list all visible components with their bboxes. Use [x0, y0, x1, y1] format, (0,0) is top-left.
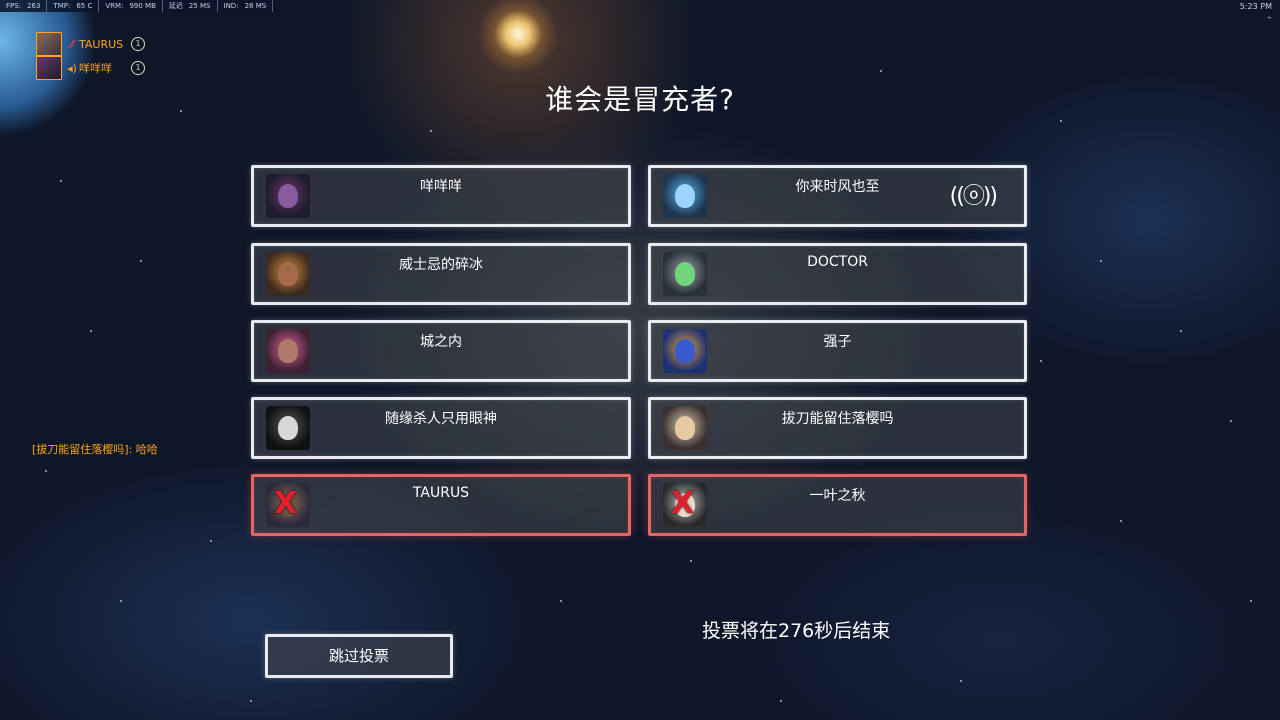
- hero-portrait: [663, 329, 707, 373]
- voice-broadcast-icon: ((ⓞ)): [949, 184, 998, 209]
- clock: 5:23 PM: [1239, 2, 1272, 11]
- party-member: ◂) 咩咩咩 1: [36, 56, 145, 80]
- vote-player-card[interactable]: 咩咩咩: [251, 165, 631, 227]
- dead-slash-icon: ⁄⁄: [70, 37, 74, 51]
- player-name: 拔刀能留住落樱吗: [781, 411, 894, 427]
- hero-face: [278, 184, 298, 208]
- vote-player-card[interactable]: 城之内: [251, 320, 631, 382]
- party-member: ⁄⁄ TAURUS 1: [36, 32, 145, 56]
- hero-face: [675, 184, 695, 208]
- ready-status-icon: 1: [131, 37, 145, 51]
- hero-face: [675, 416, 695, 440]
- hero-portrait: [266, 329, 310, 373]
- hero-portrait: [266, 252, 310, 296]
- avatar: [36, 32, 62, 56]
- ready-status-icon: 1: [131, 61, 145, 75]
- hero-portrait: [266, 174, 310, 218]
- stat-vram: VRM: 990 MB: [99, 0, 163, 12]
- player-name: 威士忌的碎冰: [399, 257, 483, 273]
- player-name: 一叶之秋: [809, 488, 866, 504]
- vote-player-card: X 一叶之秋: [648, 474, 1027, 536]
- player-name: 咩咩咩: [420, 179, 462, 195]
- stat-latency: 延迟 25 MS: [163, 0, 218, 12]
- stat-temperature: TMP: 65 C: [47, 0, 100, 12]
- hero-face: [675, 339, 695, 363]
- vote-player-card[interactable]: 强子: [648, 320, 1027, 382]
- vote-player-card[interactable]: 拔刀能留住落樱吗: [648, 397, 1027, 459]
- party-list: ⁄⁄ TAURUS 1 ◂) 咩咩咩 1: [36, 32, 145, 80]
- hero-portrait: [663, 174, 707, 218]
- vote-player-card[interactable]: DOCTOR: [648, 243, 1027, 305]
- speaking-icon: ◂): [67, 61, 77, 75]
- hero-portrait: [663, 406, 707, 450]
- vote-player-card[interactable]: 随缘杀人只用眼神: [251, 397, 631, 459]
- stat-ind: IND: 28 MS: [218, 0, 274, 12]
- hero-face: [278, 262, 298, 286]
- player-name: TAURUS: [412, 485, 470, 501]
- eliminated-x-icon: X: [274, 486, 298, 521]
- performance-stats-bar: FPS: 263 TMP: 65 C VRM: 990 MB 延迟 25 MS IND:…: [0, 0, 274, 12]
- hero-portrait: X: [663, 483, 707, 527]
- chat-message: [拔刀能留住落樱吗]: 哈哈: [32, 443, 158, 456]
- player-name: 随缘杀人只用眼神: [385, 411, 497, 427]
- avatar: [36, 56, 62, 80]
- party-member-name: 咩咩咩: [79, 62, 112, 75]
- network-icon: ⌁: [1267, 13, 1272, 22]
- hero-portrait: X: [266, 483, 310, 527]
- vote-countdown: 投票将在276秒后结束: [702, 620, 891, 642]
- party-member-name: TAURUS: [79, 37, 124, 51]
- player-name: DOCTOR: [807, 254, 868, 270]
- player-name: 城之内: [420, 334, 462, 350]
- hero-face: [278, 339, 298, 363]
- vote-player-card[interactable]: 你来时风也至 ((ⓞ)): [648, 165, 1027, 227]
- skip-vote-button[interactable]: 跳过投票: [265, 634, 453, 678]
- stat-fps: FPS: 263: [0, 0, 48, 12]
- hero-face: [278, 416, 298, 440]
- player-name: 你来时风也至: [795, 179, 880, 195]
- hero-face: [675, 262, 695, 286]
- hero-portrait: [663, 252, 707, 296]
- vote-player-card: X TAURUS: [251, 474, 631, 536]
- hero-portrait: [266, 406, 310, 450]
- eliminated-x-icon: X: [671, 486, 695, 521]
- vote-title: 谁会是冒充者?: [545, 83, 735, 116]
- vote-player-card[interactable]: 威士忌的碎冰: [251, 243, 631, 305]
- player-name: 强子: [823, 334, 852, 350]
